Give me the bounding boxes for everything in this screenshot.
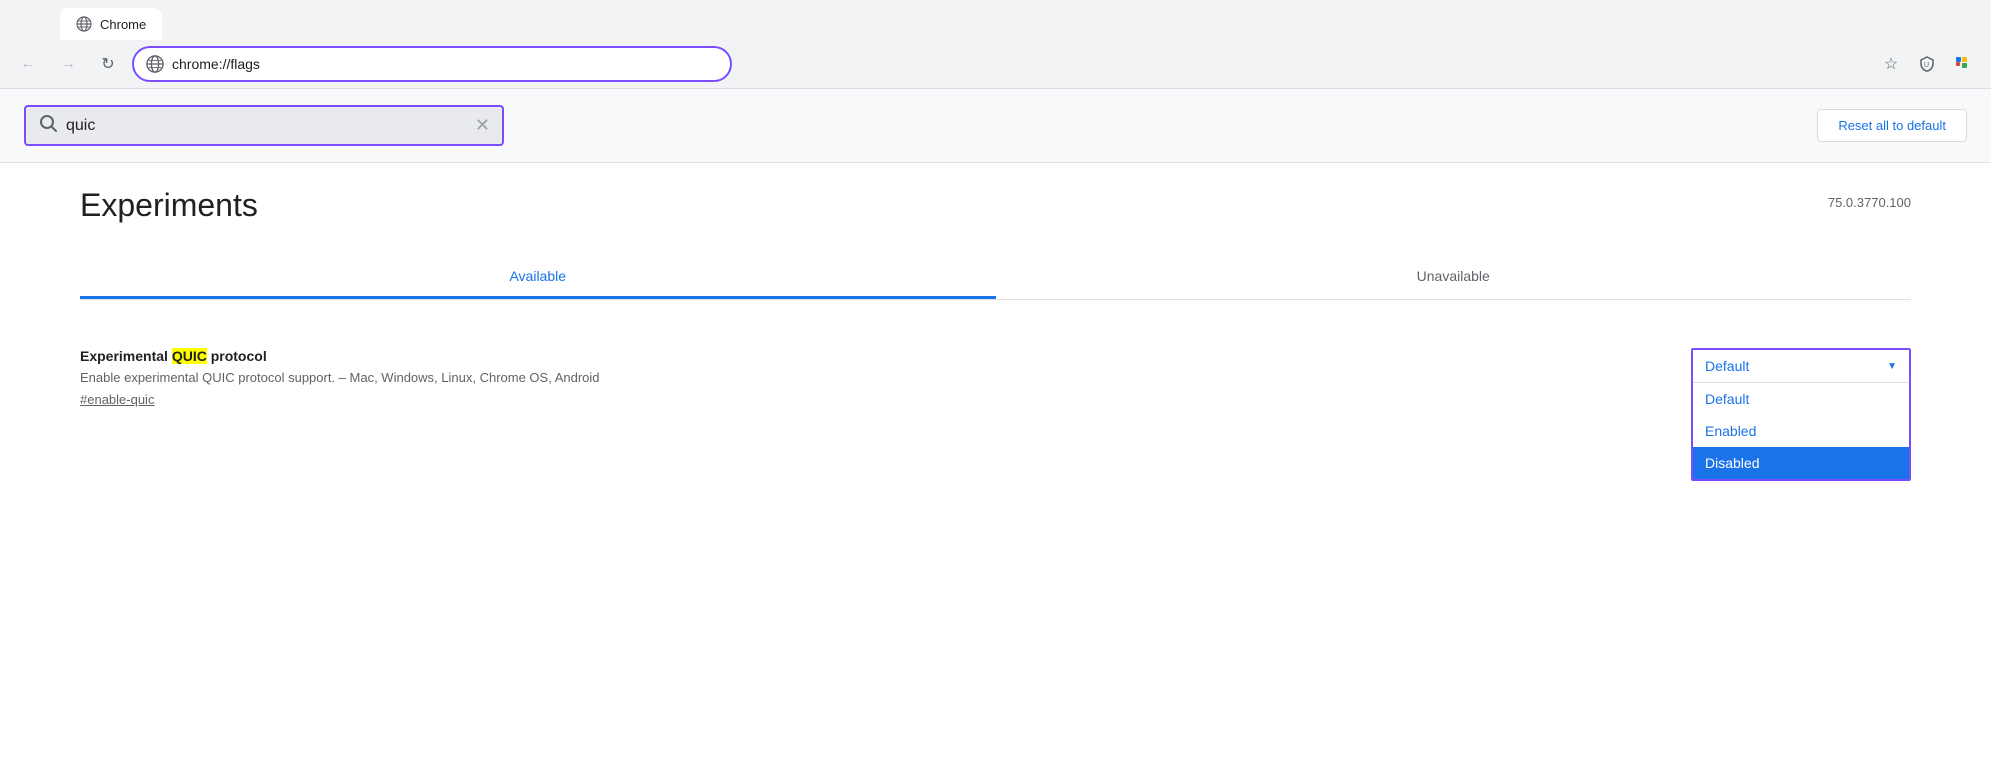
option-enabled[interactable]: Enabled: [1693, 415, 1909, 447]
nav-actions: ☆ U: [1875, 48, 1979, 80]
reload-button[interactable]: ↻: [92, 48, 124, 80]
option-disabled[interactable]: Disabled: [1693, 447, 1909, 479]
extension-icon[interactable]: [1947, 48, 1979, 80]
back-button[interactable]: ←: [12, 48, 44, 80]
tab-unavailable[interactable]: Unavailable: [996, 256, 1912, 299]
dropdown-header[interactable]: Default ▼: [1693, 350, 1909, 383]
main-area: Experiments 75.0.3770.100 Available Unav…: [0, 163, 1991, 521]
browser-chrome: Chrome ← → ↻ chrome://flags ☆: [0, 0, 1991, 89]
search-box: quic ✕: [24, 105, 504, 146]
forward-button[interactable]: →: [52, 48, 84, 80]
tab-label: Chrome: [100, 17, 146, 32]
globe-icon: [76, 16, 92, 32]
experiment-title: Experimental QUIC protocol: [80, 348, 1659, 364]
search-section: quic ✕ Reset all to default: [0, 89, 1991, 163]
dropdown-options: Default Enabled Disabled: [1693, 383, 1909, 479]
address-globe-icon: [146, 55, 164, 73]
title-highlight: QUIC: [172, 348, 207, 364]
search-value[interactable]: quic: [66, 117, 467, 135]
dropdown-selected: Default: [1705, 358, 1749, 374]
dropdown-container: Default ▼ Default Enabled Disabled: [1691, 348, 1911, 481]
clear-icon[interactable]: ✕: [475, 115, 490, 136]
search-icon: [38, 113, 58, 138]
experiment-description: Enable experimental QUIC protocol suppor…: [80, 370, 1659, 385]
page-header: Experiments 75.0.3770.100: [80, 187, 1911, 224]
browser-tab[interactable]: Chrome: [60, 8, 162, 40]
title-after: protocol: [207, 348, 267, 364]
experiment-link[interactable]: #enable-quic: [80, 392, 154, 407]
page-content: quic ✕ Reset all to default Experiments …: [0, 89, 1991, 521]
bookmark-icon[interactable]: ☆: [1875, 48, 1907, 80]
version-text: 75.0.3770.100: [1828, 187, 1911, 210]
address-bar[interactable]: chrome://flags: [132, 46, 732, 82]
dropdown-arrow-icon: ▼: [1887, 361, 1897, 372]
tabs-bar: Available Unavailable: [80, 256, 1911, 300]
shield-icon[interactable]: U: [1911, 48, 1943, 80]
tab-available[interactable]: Available: [80, 256, 996, 299]
experiment-item: Experimental QUIC protocol Enable experi…: [80, 332, 1911, 497]
experiment-info: Experimental QUIC protocol Enable experi…: [80, 348, 1659, 407]
option-default[interactable]: Default: [1693, 383, 1909, 415]
nav-bar: ← → ↻ chrome://flags ☆ U: [0, 40, 1991, 88]
page-title: Experiments: [80, 187, 258, 224]
svg-text:U: U: [1924, 62, 1929, 69]
title-before: Experimental: [80, 348, 172, 364]
tab-bar: Chrome: [0, 0, 1991, 40]
reset-all-button[interactable]: Reset all to default: [1817, 109, 1967, 142]
url-text: chrome://flags: [172, 56, 718, 72]
